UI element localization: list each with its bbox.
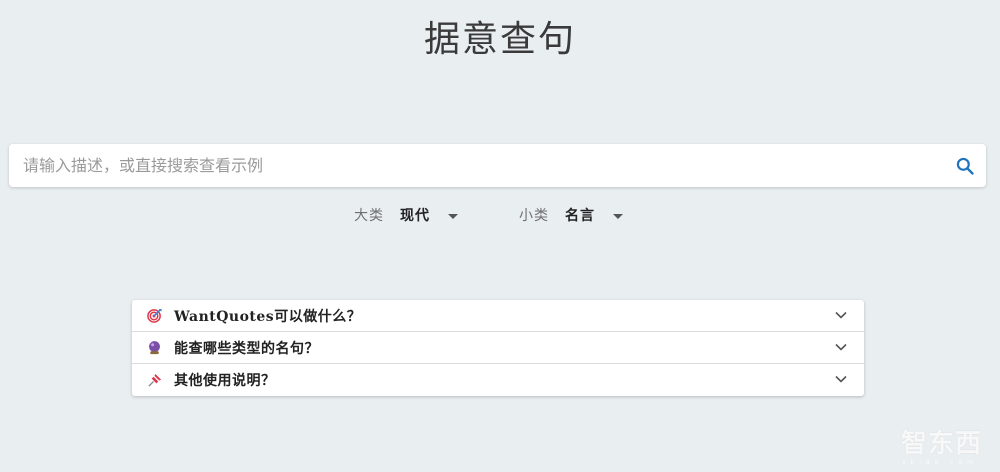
main-category-value: 现代	[400, 208, 430, 224]
faq-question: 其他使用说明？	[174, 373, 276, 389]
search-icon[interactable]	[955, 156, 975, 176]
chevron-down-icon	[835, 311, 847, 319]
faq-item-what-can-it-do[interactable]: WantQuotes可以做什么？	[132, 300, 864, 332]
watermark-url: zhidx.com	[902, 459, 978, 466]
faq-item-quote-types[interactable]: 能查哪些类型的名句？	[132, 332, 864, 364]
crystal-ball-icon	[146, 340, 162, 356]
filters: 大类 现代 小类 名言	[0, 200, 1000, 230]
search-box	[9, 144, 986, 187]
sub-category-label: 小类	[519, 208, 549, 224]
faq-question: 能查哪些类型的名句？	[174, 340, 319, 357]
watermark-logo: 智东西	[900, 429, 982, 459]
main-category-label: 大类	[354, 208, 384, 224]
caret-down-icon	[448, 213, 458, 219]
target-icon	[146, 308, 162, 324]
sub-category-select[interactable]: 小类 名言	[519, 200, 623, 230]
main-category-select[interactable]: 大类 现代	[354, 200, 458, 230]
caret-down-icon	[613, 213, 623, 219]
faq-accordion: WantQuotes可以做什么？ 能查哪些类型的名句？ 其他使用说明？	[132, 300, 864, 396]
chevron-down-icon	[835, 375, 847, 383]
chevron-down-icon	[835, 343, 847, 351]
faq-question: WantQuotes可以做什么？	[174, 308, 362, 325]
pushpin-icon	[146, 372, 162, 388]
faq-item-usage-notes[interactable]: 其他使用说明？	[132, 364, 864, 396]
page-title: 据意查句	[423, 19, 576, 60]
search-input[interactable]	[9, 144, 929, 187]
sub-category-value: 名言	[565, 208, 595, 224]
